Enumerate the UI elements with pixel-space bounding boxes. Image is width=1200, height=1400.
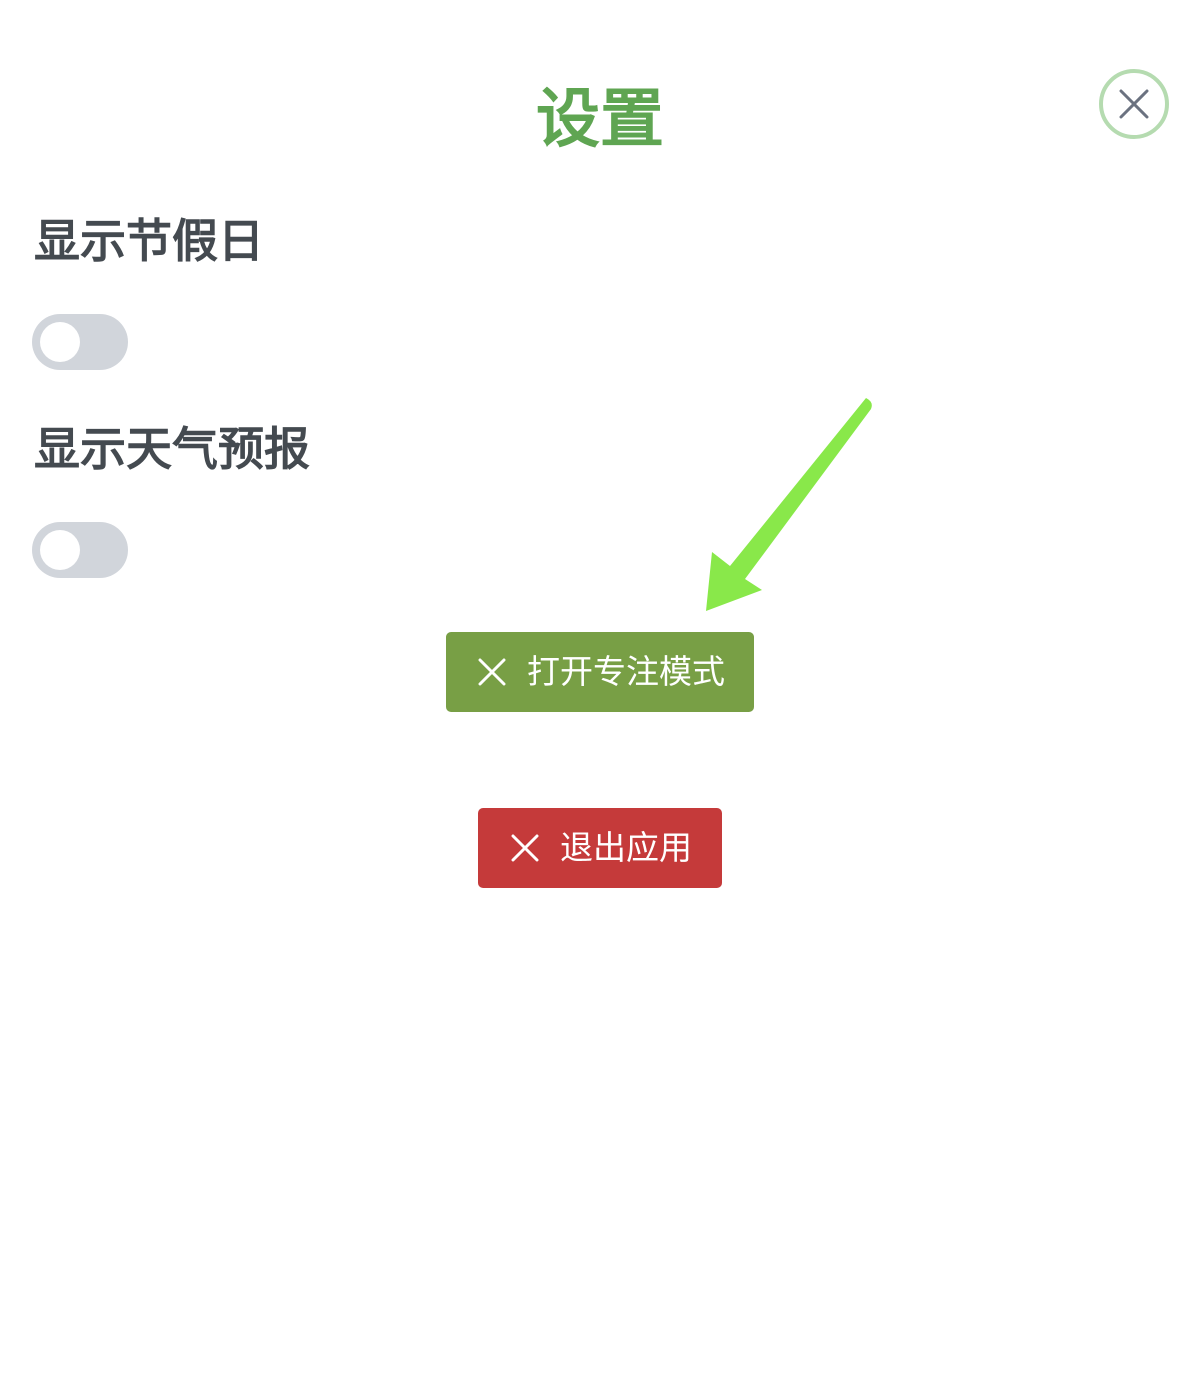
close-icon (475, 655, 509, 689)
exit-app-button[interactable]: 退出应用 (478, 808, 722, 888)
focus-mode-label: 打开专注模式 (527, 652, 725, 691)
setting-label-weather: 显示天气预报 (34, 422, 310, 476)
toggle-holidays[interactable] (32, 314, 128, 370)
close-icon (1119, 89, 1149, 119)
exit-app-label: 退出应用 (560, 828, 692, 867)
settings-page: 设置 显示节假日 显示天气预报 打开专注模式 退出应用 (0, 0, 1200, 1400)
setting-label-holidays: 显示节假日 (34, 214, 264, 268)
close-settings-button[interactable] (1099, 69, 1169, 139)
page-title: 设置 (536, 83, 664, 157)
toggle-knob (40, 530, 80, 570)
close-icon (508, 831, 542, 865)
toggle-knob (40, 322, 80, 362)
toggle-weather[interactable] (32, 522, 128, 578)
focus-mode-button[interactable]: 打开专注模式 (446, 632, 754, 712)
